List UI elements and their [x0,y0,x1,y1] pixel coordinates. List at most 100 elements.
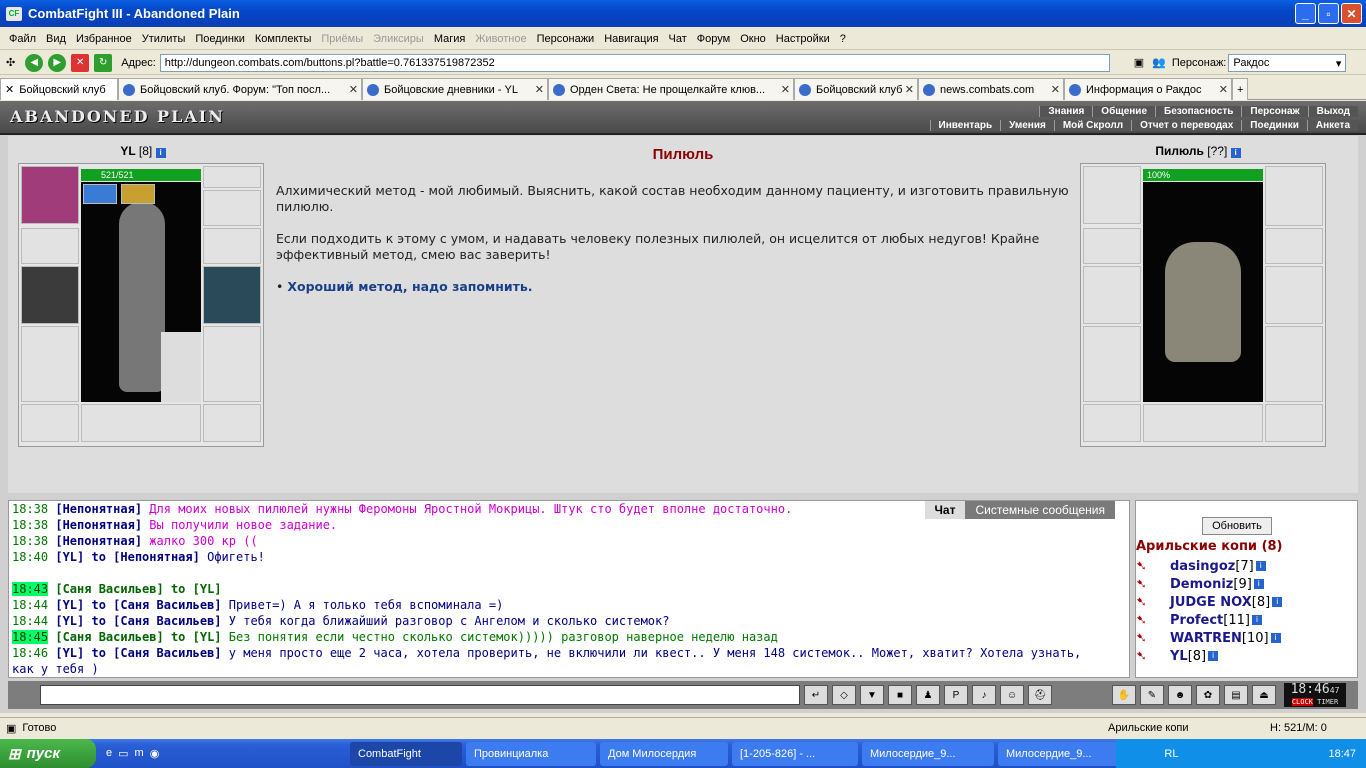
earrings-slot[interactable] [203,166,261,188]
filter-icon[interactable]: ▼ [860,685,884,705]
user-item[interactable]: ➷ Demoniz [9] i [1136,575,1282,593]
menu-item-16[interactable]: ? [835,33,851,45]
user-item[interactable]: ➷ JUDGE NOX [8] i [1136,593,1283,611]
user-item[interactable]: ➷ WARTREN [10] i [1136,629,1282,647]
nav-4[interactable]: Выход [1307,106,1358,117]
quest-option-link[interactable]: Хороший метод, надо запомнить. [287,279,532,294]
task-button-0[interactable]: CombatFight [350,741,462,766]
shield-slot[interactable] [203,266,261,324]
chat-time[interactable]: 18:44 [12,614,48,628]
chat-input[interactable] [40,685,800,705]
smile-icon[interactable]: ☺ [1000,685,1024,705]
nav-0[interactable]: Знания [1039,106,1093,117]
chat-time[interactable]: 18:43 [12,582,49,596]
menu-item-14[interactable]: Окно [735,33,771,45]
bag-icon[interactable]: ✿ [1196,685,1220,705]
user-nick[interactable]: YL [1170,649,1188,664]
nav-2[interactable]: Безопасность [1155,106,1242,117]
nav-sub-3[interactable]: Отчет о переводах [1131,120,1242,131]
move-icon[interactable]: ✣ [6,56,15,69]
folder-icon[interactable]: ▭ [118,747,128,760]
menu-item-4[interactable]: Поединки [190,33,250,45]
firefox-icon[interactable]: ◉ [150,747,160,760]
info-icon[interactable]: i [1270,633,1281,643]
language-indicator[interactable]: RL [1164,748,1178,760]
chat-time[interactable]: 18:44 [12,598,48,612]
close-icon[interactable]: ✕ [1219,83,1228,96]
task-button-2[interactable]: Дом Милосердия [600,741,728,766]
private-arrow-icon[interactable]: ➷ [1136,631,1156,646]
forward-icon[interactable]: ▶ [48,53,67,72]
helmet-icon[interactable]: ⛑ [1028,685,1052,705]
menu-item-13[interactable]: Форум [692,33,735,45]
start-button[interactable]: ⊞ пуск [0,739,96,768]
menu-item-10[interactable]: Персонажи [532,33,600,45]
user-nick[interactable]: Demoniz [1170,577,1233,592]
private-arrow-icon[interactable]: ➷ [1136,595,1156,610]
nav-3[interactable]: Персонаж [1241,106,1308,117]
task-button-4[interactable]: Милосердие_9... [862,741,994,766]
user-nick[interactable]: dasingoz [1170,559,1235,574]
go-icon[interactable]: ▣ [1134,56,1144,69]
menu-item-7[interactable]: Эликсиры [368,33,429,45]
close-icon[interactable]: ✕ [349,83,358,96]
nav-sub-1[interactable]: Умения [1000,120,1054,131]
info-icon[interactable]: i [1272,597,1283,607]
scrolls-slot[interactable] [81,404,201,442]
menu-item-9[interactable]: Животное [470,33,531,45]
buff-icon-1[interactable] [83,184,117,204]
menu-item-8[interactable]: Магия [429,33,471,45]
close-icon[interactable]: ✕ [781,83,790,96]
tab-0[interactable]: ✕ Бойцовский клуб [0,78,118,100]
chat-time[interactable]: 18:45 [12,630,49,644]
quest-option[interactable]: • Хороший метод, надо запомнить. [276,279,1076,295]
menu-item-15[interactable]: Настройки [771,33,835,45]
close-icon[interactable]: ✕ [535,83,544,96]
nav-sub-2[interactable]: Мой Скролл [1053,120,1132,131]
nav-sub-5[interactable]: Анкета [1306,120,1358,131]
boots-slot[interactable] [203,404,261,442]
amulet-slot[interactable] [21,166,79,224]
people-icon[interactable]: 👥 [1152,56,1166,69]
timer-label[interactable]: TIMER [1317,698,1338,706]
person-select[interactable]: Ракдос ▾ [1228,53,1347,72]
legs-slot[interactable] [203,326,261,402]
task-button-3[interactable]: [1-205-826] - ... [732,741,858,766]
user-item[interactable]: ➷ Profect [11] i [1136,611,1282,629]
minimize-button[interactable]: _ [1295,3,1316,24]
user-nick[interactable]: Profect [1170,613,1223,628]
maximize-button[interactable]: ▫ [1318,3,1339,24]
gloves-slot[interactable] [21,228,79,264]
private-arrow-icon[interactable]: ➷ [1136,559,1156,574]
close-icon[interactable]: ✕ [1051,83,1060,96]
chat-tab-0[interactable]: Чат [924,501,966,519]
info-icon[interactable]: i [1230,148,1241,158]
chat-sender[interactable]: [YL] to [Непонятная] [55,550,200,564]
chat-time[interactable]: 18:46 [12,646,48,660]
info-icon[interactable]: i [1253,579,1264,589]
chat-sender[interactable]: [YL] to [Саня Васильев] [55,614,221,628]
tab-4[interactable]: Бойцовский клуб ✕ [794,78,918,100]
chat-sender[interactable]: [Саня Васильев] to [YL] [55,582,221,596]
close-icon[interactable]: ✕ [5,83,14,96]
menu-item-0[interactable]: Файл [4,33,41,45]
private-arrow-icon[interactable]: ➷ [1136,649,1156,664]
private-icon[interactable]: P [944,685,968,705]
bracers-slot[interactable] [203,228,261,264]
info-icon[interactable]: i [1255,561,1266,571]
sound-icon[interactable]: ♪ [972,685,996,705]
tab-5[interactable]: news.combats.com ✕ [918,78,1064,100]
app-icon[interactable]: m [135,747,144,760]
info-icon[interactable]: i [1208,651,1219,661]
menu-item-2[interactable]: Избранное [71,33,137,45]
tab-6[interactable]: Информация о Ракдос ✕ [1064,78,1232,100]
weapon-slot[interactable] [21,266,79,324]
clock-label[interactable]: CLOCK [1291,698,1313,706]
chat-sender[interactable]: [Непонятная] [55,534,142,548]
close-button[interactable]: ✕ [1341,3,1362,24]
user-nick[interactable]: WARTREN [1170,631,1242,646]
tab-3[interactable]: Орден Света: Не прощелкайте клюв... ✕ [548,78,794,100]
tab-1[interactable]: Бойцовский клуб. Форум: "Топ посл... ✕ [118,78,362,100]
chat-sender[interactable]: [Непонятная] [55,518,142,532]
info-icon[interactable]: i [1251,615,1262,625]
